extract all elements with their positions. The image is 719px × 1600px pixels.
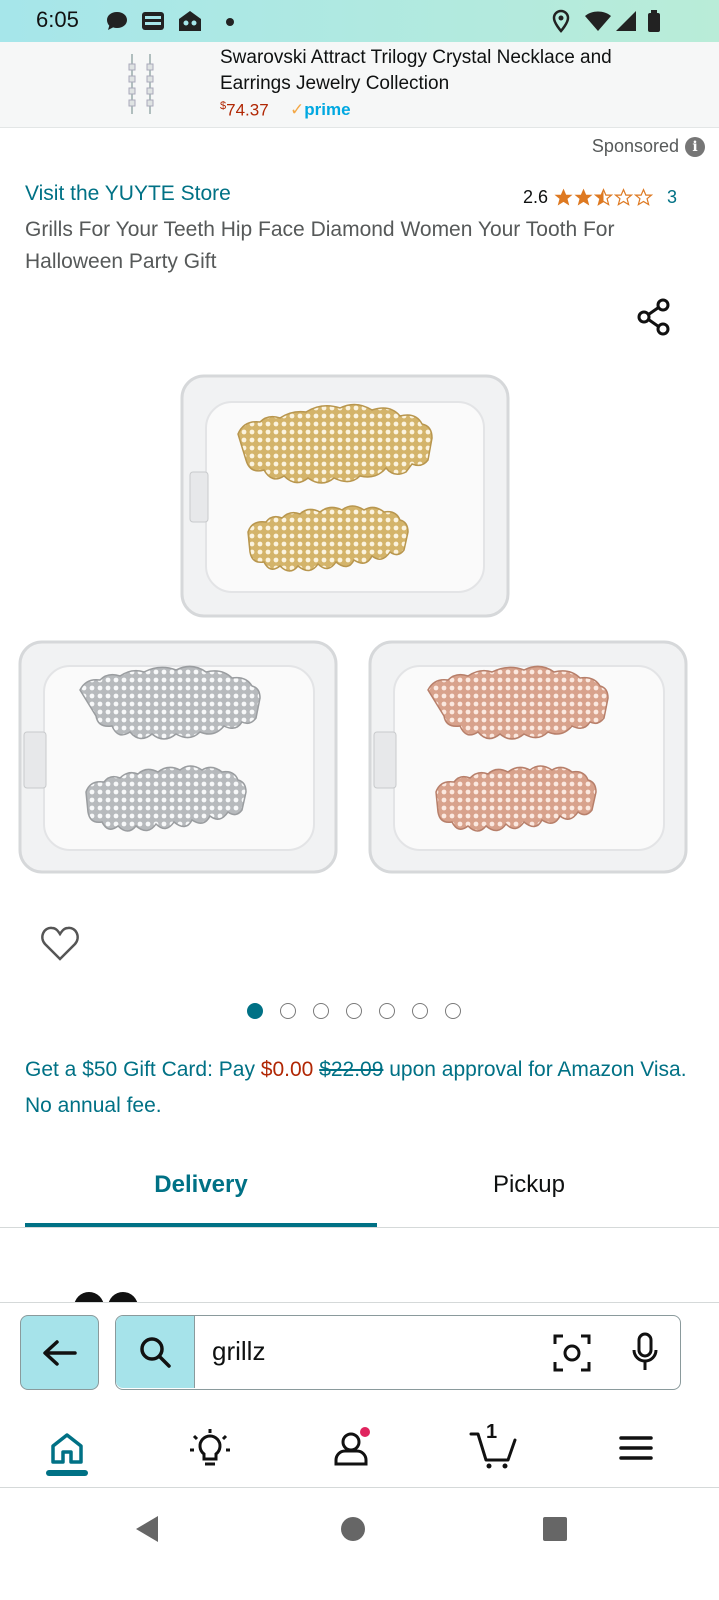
rating-count[interactable]: 3 <box>667 187 677 208</box>
back-arrow-icon <box>42 1339 77 1366</box>
nav-home-indicator <box>46 1470 88 1476</box>
rating-summary[interactable]: 2.6 3 <box>523 187 677 208</box>
share-icon[interactable] <box>636 298 672 336</box>
visit-store-link[interactable]: Visit the YUYTE Store <box>25 182 231 206</box>
sponsored-label[interactable]: Sponsored i <box>592 136 705 157</box>
location-icon <box>552 9 570 33</box>
android-navigation-bar <box>0 1488 719 1600</box>
wifi-icon <box>585 11 611 31</box>
carousel-dot[interactable] <box>346 1003 362 1019</box>
heart-wishlist-icon[interactable] <box>40 924 80 962</box>
chat-bubble-icon <box>107 12 127 30</box>
sponsored-ad-banner[interactable]: Swarovski Attract Trilogy Crystal Neckla… <box>0 42 719 128</box>
inspire-bulb-icon <box>190 1429 230 1466</box>
carousel-dot[interactable] <box>280 1003 296 1019</box>
star-empty-icon <box>634 188 654 206</box>
search-input[interactable]: grillz <box>115 1315 681 1390</box>
carousel-dot[interactable] <box>412 1003 428 1019</box>
earrings-thumbnail <box>128 54 154 114</box>
nav-account[interactable] <box>322 1418 382 1478</box>
status-bar: 6:05 <box>0 0 719 42</box>
tab-delivery[interactable]: Delivery <box>25 1160 377 1227</box>
star-full-icon <box>554 188 573 206</box>
prime-badge: ✓prime <box>290 100 351 119</box>
android-back-icon[interactable] <box>134 1514 162 1544</box>
signal-icon <box>616 11 636 31</box>
ad-title[interactable]: Swarovski Attract Trilogy Crystal Neckla… <box>220 45 660 97</box>
tab-pickup[interactable]: Pickup <box>353 1160 705 1228</box>
nav-inspire[interactable] <box>180 1418 240 1478</box>
nav-menu[interactable] <box>606 1418 666 1478</box>
mascot-app-icon <box>179 11 201 31</box>
search-bar: grillz <box>0 1302 719 1408</box>
prime-label: prime <box>304 100 351 119</box>
android-home-icon[interactable] <box>340 1516 366 1542</box>
promo-prefix: Get a $50 Gift Card: Pay <box>25 1058 261 1081</box>
carousel-dot[interactable] <box>313 1003 329 1019</box>
promo-price-old: $22.09 <box>319 1058 384 1081</box>
product-title: Grills For Your Teeth Hip Face Diamond W… <box>25 218 615 273</box>
home-icon <box>51 1433 83 1464</box>
star-rating <box>554 188 654 207</box>
grillz-product-image[interactable] <box>16 372 696 882</box>
promo-price-now: $0.00 <box>260 1058 314 1081</box>
ad-price: $74.37 <box>220 100 269 121</box>
dot-icon <box>226 18 234 26</box>
image-carousel-dots <box>247 1003 461 1019</box>
search-query: grillz <box>212 1336 266 1366</box>
status-time: 6:05 <box>36 7 79 32</box>
carousel-dot[interactable] <box>247 1003 263 1019</box>
star-empty-icon <box>614 188 634 206</box>
gift-card-promo[interactable]: Get a $50 Gift Card: Pay $0.00 $22.09 up… <box>25 1052 695 1124</box>
search-icon <box>140 1337 171 1368</box>
battery-icon <box>648 10 660 32</box>
microphone-icon[interactable] <box>632 1332 658 1372</box>
search-button[interactable] <box>116 1316 195 1388</box>
menu-icon <box>619 1436 653 1460</box>
info-icon[interactable]: i <box>685 136 705 157</box>
news-app-icon <box>142 12 164 30</box>
carousel-dot[interactable] <box>445 1003 461 1019</box>
fulfillment-tabs: Delivery Pickup <box>0 1160 719 1228</box>
back-button[interactable] <box>20 1315 99 1390</box>
carousel-dot[interactable] <box>379 1003 395 1019</box>
rating-value: 2.6 <box>523 187 549 207</box>
star-half-icon <box>594 188 614 206</box>
account-icon <box>334 1427 370 1466</box>
cart-count-badge: 1 <box>486 1421 498 1443</box>
nav-home[interactable] <box>37 1418 97 1478</box>
star-full-icon <box>574 188 593 206</box>
camera-search-icon[interactable] <box>553 1334 591 1372</box>
bottom-navigation <box>0 1408 719 1488</box>
ad-price-value: 74.37 <box>226 100 269 120</box>
android-recents-icon[interactable] <box>542 1516 568 1542</box>
sponsored-text: Sponsored <box>591 136 679 156</box>
